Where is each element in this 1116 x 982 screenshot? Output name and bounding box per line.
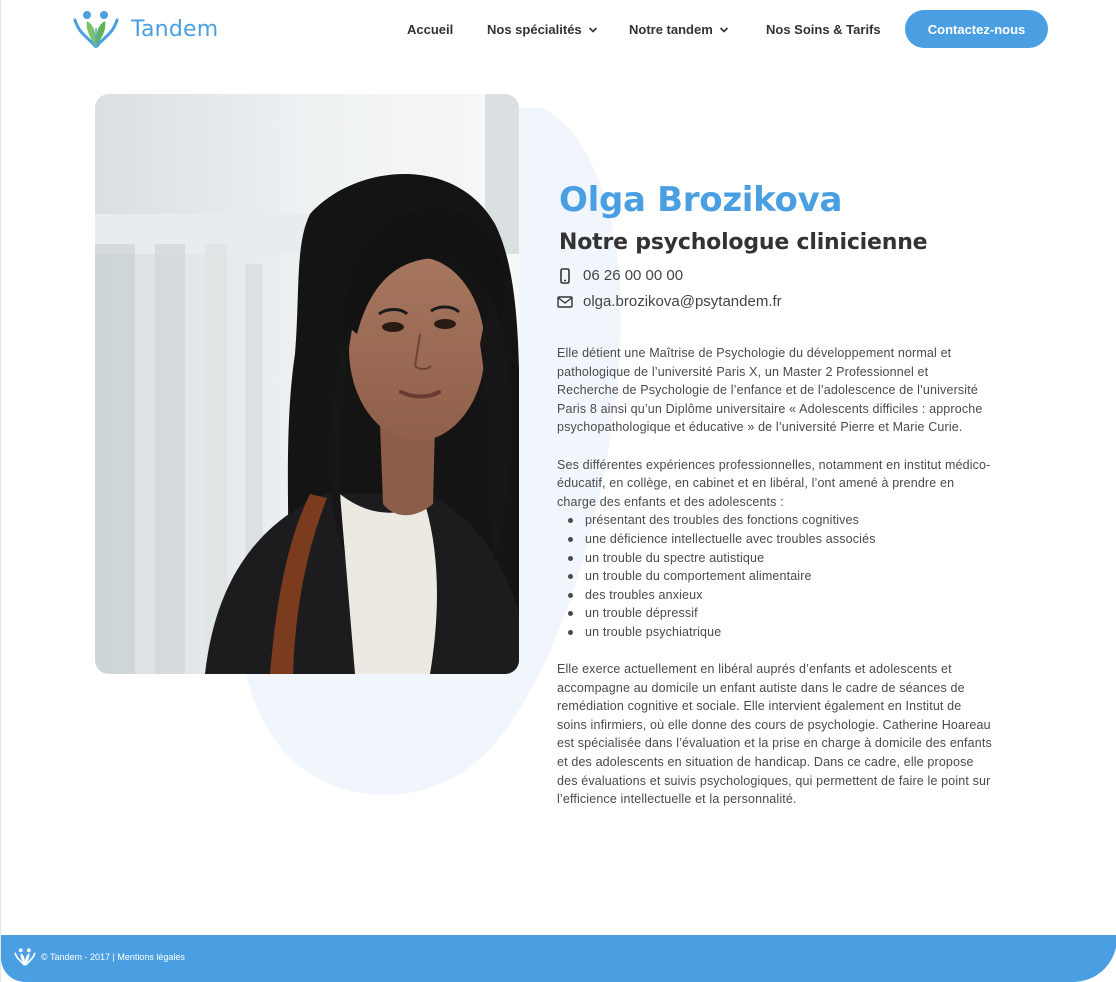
portrait-image (95, 94, 519, 674)
phone-number: 06 26 00 00 00 (583, 267, 684, 284)
bio-list-item: un trouble du comportement alimentaire (557, 567, 993, 586)
site-header: Tandem Accueil Nos spécialités Notre tan… (1, 0, 1116, 60)
bio-list-item: présentant des troubles des fonctions co… (557, 511, 993, 530)
mobile-phone-icon (560, 267, 570, 284)
nav-soins-tarifs-label: Nos Soins & Tarifs (766, 22, 881, 37)
nav-accueil[interactable]: Accueil (407, 22, 453, 37)
nav-notre-tandem[interactable]: Notre tandem (629, 22, 729, 37)
bio-list-item: une déficience intellectuelle avec troub… (557, 530, 993, 549)
nav-specialites[interactable]: Nos spécialités (487, 22, 598, 37)
email-address: olga.brozikova@psytandem.fr (583, 293, 782, 310)
bio-list-item: un trouble psychiatrique (557, 623, 993, 642)
profile-role: Notre psychologue clinicienne (559, 230, 928, 255)
logo-text: Tandem (131, 16, 219, 42)
bio-list-item: un trouble du spectre autistique (557, 549, 993, 568)
bio-list: présentant des troubles des fonctions co… (557, 511, 993, 641)
site-footer: © Tandem - 2017 | Mentions légales (1, 935, 1116, 982)
chevron-down-icon (588, 26, 597, 33)
bio-paragraph: Ses différentes expériences professionne… (557, 457, 991, 509)
site-logo[interactable]: Tandem (71, 8, 218, 50)
nav-soins-tarifs[interactable]: Nos Soins & Tarifs (766, 22, 881, 37)
contact-button[interactable]: Contactez-nous (905, 10, 1048, 48)
phone-contact[interactable]: 06 26 00 00 00 (557, 267, 683, 284)
nav-notre-tandem-label: Notre tandem (629, 22, 713, 37)
chevron-down-icon (719, 26, 728, 33)
footer-copyright[interactable]: © Tandem - 2017 | Mentions légales (41, 952, 185, 962)
tandem-logo-icon (14, 948, 36, 967)
bio-paragraph: Elle détient une Maîtrise de Psychologie… (557, 346, 983, 435)
profile-name: Olga Brozikova (559, 180, 843, 220)
envelope-icon (557, 295, 573, 308)
email-contact[interactable]: olga.brozikova@psytandem.fr (557, 293, 782, 310)
page: Tandem Accueil Nos spécialités Notre tan… (0, 0, 1116, 982)
bio-paragraph: Elle exerce actuellement en libéral aupr… (557, 662, 992, 807)
bio-list-item: des troubles anxieux (557, 586, 993, 605)
profile-bio: Elle détient une Maîtrise de Psychologie… (557, 344, 993, 827)
profile-photo (95, 94, 519, 674)
tandem-logo-icon (73, 11, 119, 48)
bio-list-item: un trouble dépressif (557, 604, 993, 623)
nav-accueil-label: Accueil (407, 22, 454, 37)
nav-specialites-label: Nos spécialités (487, 22, 582, 37)
